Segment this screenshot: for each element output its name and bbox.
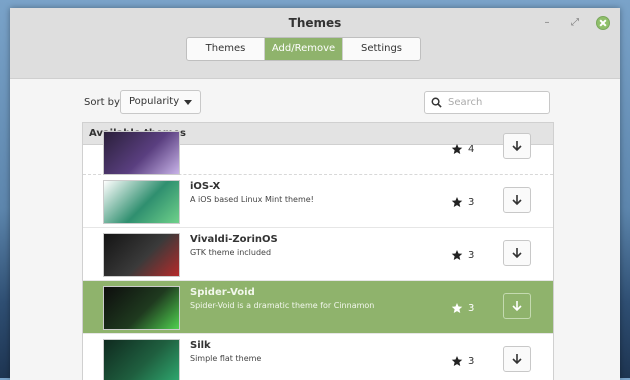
tab-settings[interactable]: Settings (343, 38, 420, 60)
theme-name: Silk (190, 340, 211, 351)
themes-window: Themes – ⤢ Themes Add/Remove Settings So… (10, 8, 620, 380)
theme-description: A iOS based Linux Mint theme! (190, 195, 314, 204)
theme-row[interactable]: Vivaldi-ZorinOS GTK theme included 3 (83, 228, 553, 281)
rating: 3 (451, 355, 474, 367)
sort-label: Sort by (84, 97, 120, 108)
download-button[interactable] (503, 293, 531, 319)
caret-down-icon (184, 99, 193, 105)
star-icon (451, 197, 463, 207)
theme-description: Spider-Void is a dramatic theme for Cinn… (190, 301, 375, 310)
sort-value: Popularity (129, 96, 180, 107)
theme-description: Simple flat theme (190, 354, 262, 363)
download-button[interactable] (503, 240, 531, 266)
rating-value: 3 (468, 355, 475, 367)
rating: 3 (451, 302, 474, 314)
tab-bar: Themes Add/Remove Settings (186, 37, 421, 61)
download-button[interactable] (503, 346, 531, 372)
theme-thumbnail (103, 286, 180, 330)
theme-thumbnail (103, 339, 180, 380)
download-button[interactable] (503, 187, 531, 213)
star-icon (451, 356, 463, 366)
toolbar: Sort by Popularity (10, 84, 620, 120)
star-icon (451, 303, 463, 313)
theme-description: GTK theme included (190, 248, 272, 257)
rating-value: 3 (468, 196, 475, 208)
theme-list[interactable]: 4 iOS-X A iOS based Linux Mint theme! 3 (83, 131, 553, 380)
themes-panel: Available themes 4 iOS-X A iOS based Lin… (82, 122, 554, 380)
arrow-down-icon (512, 248, 522, 259)
theme-row[interactable]: iOS-X A iOS based Linux Mint theme! 3 (83, 175, 553, 228)
arrow-down-icon (512, 195, 522, 206)
theme-thumbnail (103, 233, 180, 277)
tab-add-remove[interactable]: Add/Remove (265, 38, 343, 60)
arrow-down-icon (512, 301, 522, 312)
close-icon[interactable] (596, 16, 610, 30)
theme-name: iOS-X (190, 181, 221, 192)
theme-thumbnail (103, 180, 180, 224)
window-controls: – ⤢ (540, 16, 610, 30)
minimize-icon[interactable]: – (540, 16, 554, 30)
search-input[interactable] (446, 96, 546, 109)
download-button[interactable] (503, 133, 531, 159)
theme-row-selected[interactable]: Spider-Void Spider-Void is a dramatic th… (83, 281, 553, 334)
maximize-icon[interactable]: ⤢ (568, 16, 582, 30)
rating: 3 (451, 196, 474, 208)
arrow-down-icon (512, 354, 522, 365)
titlebar: Themes – ⤢ Themes Add/Remove Settings (10, 8, 620, 79)
rating-value: 3 (468, 249, 475, 261)
theme-row[interactable]: Silk Simple flat theme 3 (83, 334, 553, 380)
rating-value: 3 (468, 302, 475, 314)
theme-name: Spider-Void (190, 287, 255, 298)
window-title: Themes (288, 16, 342, 30)
star-icon (451, 250, 463, 260)
rating: 4 (451, 143, 474, 155)
arrow-down-icon (512, 141, 522, 152)
tab-themes[interactable]: Themes (187, 38, 265, 60)
search-icon (431, 97, 442, 108)
star-icon (451, 144, 463, 154)
search-box[interactable] (424, 91, 550, 114)
rating-value: 4 (468, 143, 475, 155)
theme-row[interactable]: 4 (83, 131, 553, 175)
rating: 3 (451, 249, 474, 261)
sort-dropdown[interactable]: Popularity (120, 90, 202, 114)
theme-thumbnail (103, 131, 180, 175)
theme-name: Vivaldi-ZorinOS (190, 234, 278, 245)
